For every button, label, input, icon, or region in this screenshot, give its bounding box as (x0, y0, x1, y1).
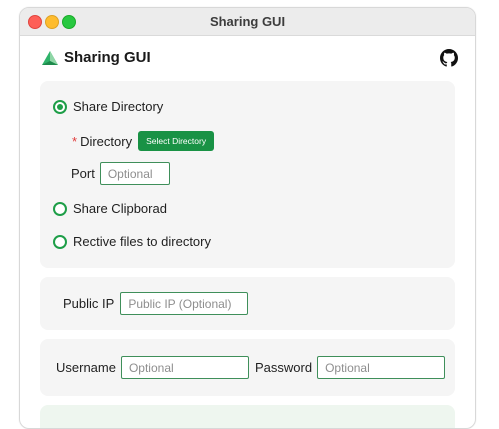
port-label: Port (71, 166, 95, 181)
share-clipboard-radio[interactable] (53, 201, 67, 216)
option-share-directory[interactable]: Share Directory (53, 99, 163, 114)
option-share-clipboard[interactable]: Share Clipborad (53, 201, 167, 216)
port-input[interactable] (99, 162, 170, 185)
radio-selected-dot (57, 103, 63, 110)
title-bar: Sharing GUI (20, 8, 475, 36)
share-mode-panel: Share Directory * Directory Select Direc… (40, 81, 455, 268)
directory-label: Directory (80, 133, 133, 149)
window-title: Sharing GUI (209, 14, 286, 29)
share-clipboard-label: Share Clipborad (73, 201, 167, 216)
auth-panel: Username Password (40, 339, 455, 396)
app-window: Sharing GUI Sharing GUI Share Directory … (19, 7, 476, 429)
option-receive-files[interactable]: Rective files to directory (53, 234, 211, 249)
port-row: Port (71, 162, 170, 185)
username-input[interactable] (120, 356, 249, 379)
receive-files-radio[interactable] (53, 234, 67, 249)
username-label: Username (56, 360, 116, 375)
username-row: Username (56, 356, 249, 379)
triangle-logo-icon (42, 51, 58, 65)
password-label: Password (255, 360, 313, 375)
select-directory-button[interactable]: Select Directory (138, 131, 215, 151)
password-input[interactable] (317, 356, 446, 379)
directory-row: * Directory Select Directory (72, 131, 215, 151)
required-mark: * (72, 133, 78, 149)
receive-files-label: Rective files to directory (73, 234, 211, 249)
share-directory-label: Share Directory (73, 99, 164, 114)
bottom-panel (40, 405, 455, 428)
app-header: Sharing GUI (20, 36, 475, 80)
share-directory-radio[interactable] (53, 99, 67, 114)
network-panel: Public IP (40, 277, 455, 330)
password-row: Password (255, 356, 446, 379)
github-icon[interactable] (440, 49, 458, 67)
public-ip-input[interactable] (120, 292, 249, 315)
public-ip-row: Public IP (63, 292, 249, 315)
app-title: Sharing GUI (64, 49, 151, 66)
public-ip-label: Public IP (63, 296, 115, 311)
